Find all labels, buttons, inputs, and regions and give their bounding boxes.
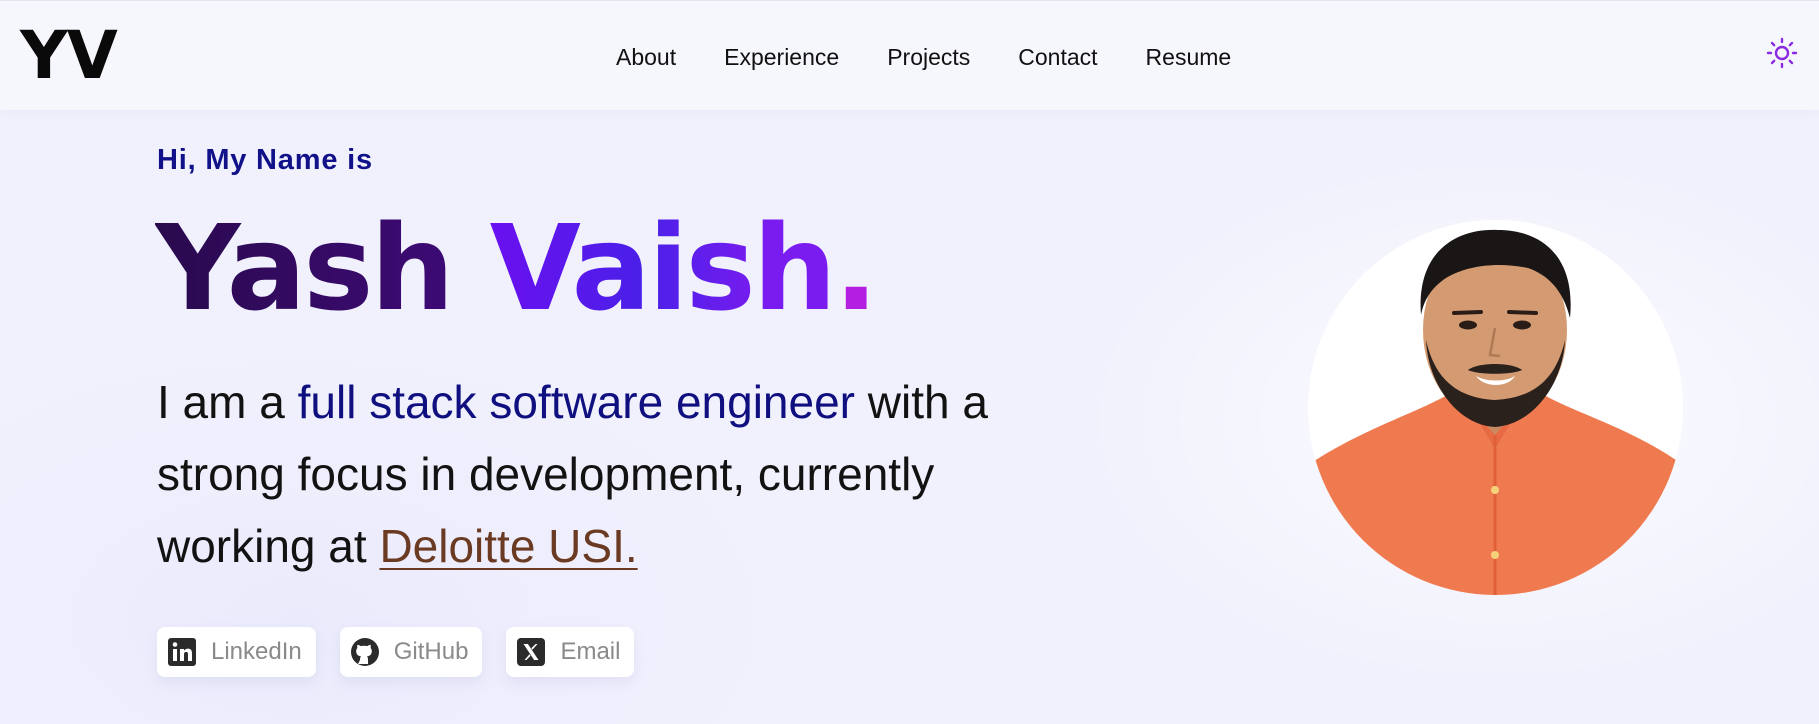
nav-about[interactable]: About bbox=[616, 43, 676, 71]
company-link[interactable]: Deloitte USI. bbox=[379, 520, 637, 572]
linkedin-button[interactable]: LinkedIn bbox=[157, 627, 316, 677]
theme-toggle-button[interactable] bbox=[1766, 37, 1798, 69]
sun-icon bbox=[1766, 37, 1798, 69]
nav-projects[interactable]: Projects bbox=[887, 43, 970, 71]
nav-resume[interactable]: Resume bbox=[1146, 43, 1232, 71]
profile-photo bbox=[1308, 220, 1683, 595]
x-icon bbox=[516, 637, 546, 667]
name-dot: . bbox=[833, 199, 879, 337]
site-logo[interactable]: YV bbox=[20, 23, 118, 89]
nav-experience[interactable]: Experience bbox=[724, 43, 839, 71]
github-label: GitHub bbox=[393, 638, 469, 665]
intro-prefix: I am a bbox=[157, 376, 298, 428]
hero-greeting: Hi, My Name is bbox=[157, 144, 373, 176]
name-first: Yash bbox=[155, 199, 454, 337]
linkedin-label: LinkedIn bbox=[211, 638, 302, 665]
hero-name: Yash Vaish. bbox=[155, 208, 879, 328]
main-nav: About Experience Projects Contact Resume bbox=[616, 43, 1255, 71]
nav-contact[interactable]: Contact bbox=[1018, 43, 1097, 71]
github-icon bbox=[350, 637, 380, 667]
name-last: Vaish bbox=[489, 199, 837, 337]
email-label: Email bbox=[560, 638, 621, 665]
social-links: LinkedIn GitHub Email bbox=[157, 627, 635, 677]
email-button[interactable]: Email bbox=[506, 627, 635, 677]
github-button[interactable]: GitHub bbox=[339, 627, 483, 677]
linkedin-icon bbox=[167, 637, 197, 667]
top-navbar: YV About Experience Projects Contact Res… bbox=[0, 0, 1819, 110]
hero-intro: I am a full stack software engineer with… bbox=[157, 366, 1057, 582]
intro-highlight: full stack software engineer bbox=[297, 376, 855, 428]
